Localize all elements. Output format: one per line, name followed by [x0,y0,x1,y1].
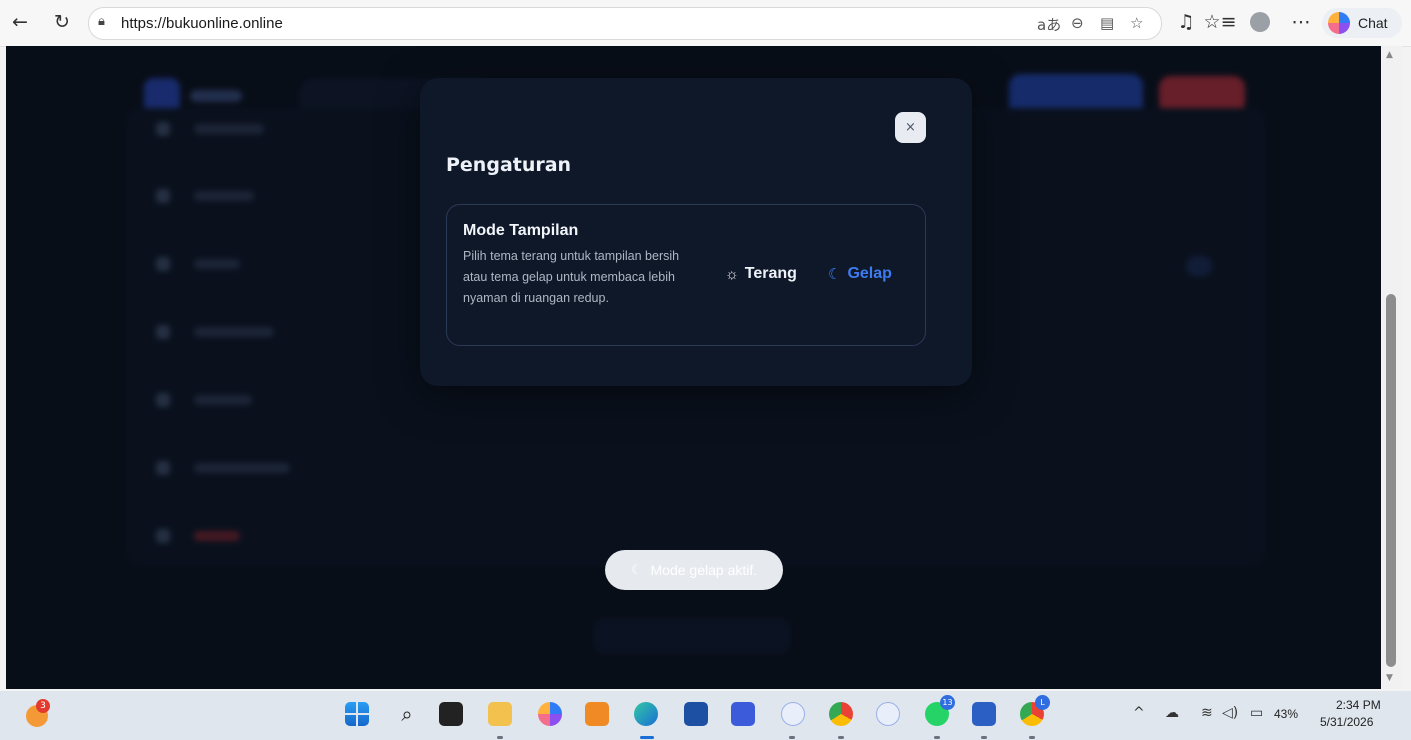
running-indicator [934,736,940,739]
more-menu-icon[interactable]: ⋯ [1287,8,1315,36]
close-button[interactable]: × [895,112,926,143]
windows-taskbar: 3 ⌕ 13 L ^ ☁ ≋ ◁) ▭ 43% 2:34 PM 5/31/202… [0,691,1411,740]
running-indicator [789,736,795,739]
copilot-icon [1328,12,1350,34]
theme-option-light-label: Terang [744,265,797,282]
extensions-icon[interactable]: ♫ [1172,8,1200,36]
whatsapp-icon[interactable]: 13 [925,695,955,726]
start-button-icon[interactable] [345,702,369,726]
volume-icon[interactable]: ◁) [1222,705,1238,721]
profile-avatar-icon[interactable] [1246,8,1274,36]
app-icon[interactable] [876,702,900,726]
running-indicator [497,736,503,739]
edge-icon[interactable] [634,702,658,726]
moon-icon: ☾ [630,562,643,577]
chat-label: Chat [1358,15,1388,31]
running-indicator [1029,736,1035,739]
address-bar[interactable]: 🔒︎ https://bukuonline.online aあ ⊖ ▤ ☆ [88,7,1162,40]
whatsapp-badge: 13 [940,695,955,710]
refresh-icon[interactable]: ↻ [48,8,76,36]
settings-modal: × Pengaturan Mode Tampilan Pilih tema te… [420,78,972,386]
lock-icon: 🔒︎ [98,14,105,29]
battery-icon[interactable]: ▭ [1250,705,1263,721]
weather-badge: 3 [36,699,50,713]
sun-icon: ☼ [725,265,739,283]
theme-option-dark[interactable]: ☾ Gelap [828,265,892,283]
reader-mode-icon[interactable]: ▤ [1100,14,1114,32]
display-mode-description: Pilih tema terang untuk tampilan bersih … [463,249,680,305]
close-icon: × [905,120,916,135]
modal-title: Pengaturan [446,154,572,176]
weather-widget[interactable]: 3 [24,699,52,727]
visual-studio-icon[interactable] [731,702,755,726]
scroll-down-icon[interactable]: ▼ [1386,673,1393,683]
theme-option-dark-label: Gelap [847,265,892,282]
chevron-up-icon[interactable]: ^ [1133,705,1145,721]
page-scrollbar[interactable]: ▲ ▼ [1382,46,1402,689]
active-indicator [640,736,654,739]
moon-icon: ☾ [828,266,842,283]
running-indicator [981,736,987,739]
translate-icon[interactable]: aあ [1037,14,1061,35]
battery-percent: 43% [1274,707,1299,721]
search-icon[interactable]: ⌕ [395,702,419,726]
scrollbar-thumb[interactable] [1386,294,1396,667]
chrome-profile-badge: L [1035,695,1050,710]
back-icon[interactable]: ← [6,8,34,36]
app-icon[interactable] [781,702,805,726]
microsoft-store-icon[interactable] [684,702,708,726]
chrome-icon[interactable] [829,702,853,726]
toast-text: Mode gelap aktif. [650,562,758,578]
wifi-icon[interactable]: ≋ [1201,705,1213,721]
display-mode-title: Mode Tampilan [463,222,579,239]
browser-toolbar: ← ↻ 🔒︎ https://bukuonline.online aあ ⊖ ▤ … [0,0,1411,47]
chrome-profile-icon[interactable]: L [1020,695,1050,726]
file-explorer-icon[interactable] [488,702,512,726]
display-mode-card: Mode Tampilan Pilih tema terang untuk ta… [446,204,926,346]
onedrive-icon[interactable]: ☁ [1165,705,1179,721]
theme-option-light[interactable]: ☼ Terang [725,265,797,283]
toast-notification: ☾ Mode gelap aktif. [605,550,783,590]
clock-time[interactable]: 2:34 PM [1336,698,1381,712]
favorites-list-icon[interactable]: ☆≡ [1204,8,1237,36]
zoom-out-icon[interactable]: ⊖ [1071,14,1084,32]
url-text: https://bukuonline.online [121,15,283,32]
clock-date[interactable]: 5/31/2026 [1320,715,1373,729]
page-viewport: × Pengaturan Mode Tampilan Pilih tema te… [6,46,1381,689]
copilot-icon[interactable] [538,702,562,726]
task-view-icon[interactable] [439,702,463,726]
copilot-chat-button[interactable]: Chat [1322,8,1402,38]
favorite-star-icon[interactable]: ☆ [1130,14,1143,32]
xampp-icon[interactable] [585,702,609,726]
running-indicator [838,736,844,739]
scroll-up-icon[interactable]: ▲ [1386,50,1393,60]
word-icon[interactable] [972,702,996,726]
